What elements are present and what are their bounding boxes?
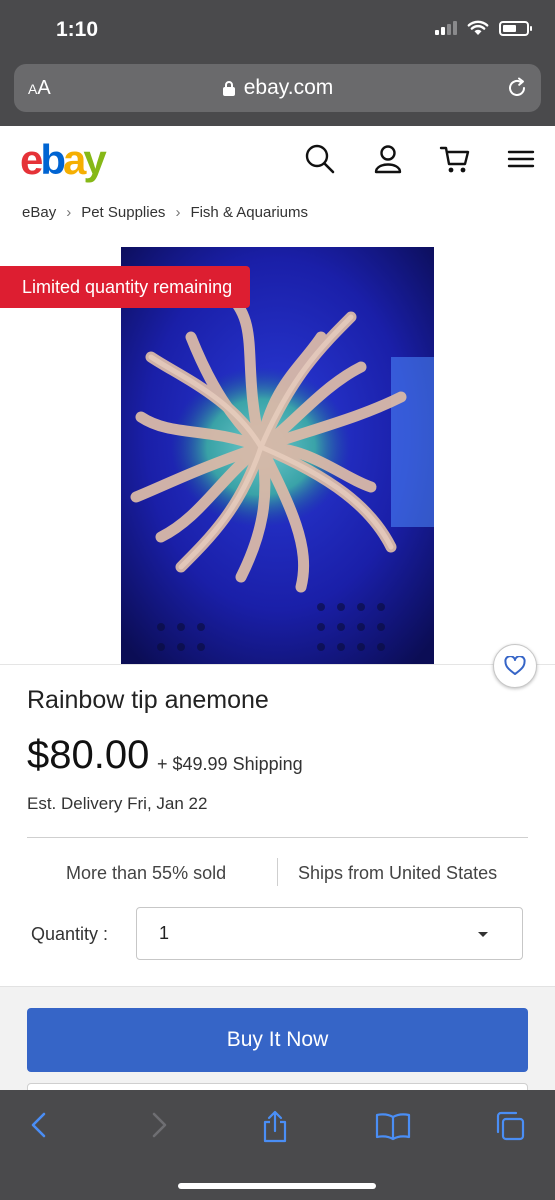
estimated-delivery: Est. Delivery Fri, Jan 22 xyxy=(27,794,208,813)
reload-icon[interactable] xyxy=(505,76,529,100)
chevron-right-icon: › xyxy=(175,204,181,221)
breadcrumb-item-fish-aquariums[interactable]: Fish & Aquariums xyxy=(190,204,308,221)
url-bar[interactable]: AA ebay.com xyxy=(14,64,541,112)
user-icon[interactable] xyxy=(371,142,405,176)
breadcrumb-item-pet-supplies[interactable]: Pet Supplies xyxy=(81,204,165,221)
signal-icon xyxy=(435,21,457,35)
home-indicator[interactable] xyxy=(178,1183,376,1189)
breadcrumb: eBay › Pet Supplies › Fish & Aquariums xyxy=(22,204,308,221)
chevron-down-icon xyxy=(478,932,488,937)
buy-it-now-button[interactable]: Buy It Now xyxy=(27,1008,528,1072)
lock-icon xyxy=(222,80,235,96)
quantity-label: Quantity : xyxy=(31,924,109,944)
breadcrumb-item-ebay[interactable]: eBay xyxy=(22,204,56,221)
tabs-icon[interactable] xyxy=(494,1110,526,1142)
url-text: ebay.com xyxy=(243,76,334,99)
forward-icon[interactable] xyxy=(148,1110,170,1140)
cart-icon[interactable] xyxy=(439,142,473,176)
shipping-cost: + $49.99 Shipping xyxy=(157,754,303,774)
share-icon[interactable] xyxy=(260,1110,290,1144)
cta-area: Buy It Now xyxy=(0,986,555,1093)
chevron-right-icon: › xyxy=(66,204,72,221)
bookmarks-icon[interactable] xyxy=(375,1110,411,1142)
product-title: Rainbow tip anemone xyxy=(27,686,269,714)
quantity-value: 1 xyxy=(159,923,170,943)
status-time: 1:10 xyxy=(56,18,99,41)
divider xyxy=(27,837,528,838)
ships-from: Ships from United States xyxy=(298,863,498,883)
product-image[interactable] xyxy=(121,247,434,664)
browser-chrome: 1:10 AA ebay.com xyxy=(0,0,555,126)
status-icons xyxy=(435,20,532,36)
divider xyxy=(277,858,278,886)
wifi-icon xyxy=(467,20,489,35)
search-icon[interactable] xyxy=(303,142,337,176)
limited-quantity-badge: Limited quantity remaining xyxy=(0,266,251,308)
divider xyxy=(0,664,555,665)
battery-icon xyxy=(499,20,532,36)
anemone-photo xyxy=(121,247,434,664)
site-header: ebay xyxy=(0,126,555,196)
menu-icon[interactable] xyxy=(507,142,535,176)
back-icon[interactable] xyxy=(28,1110,50,1140)
product-price: $80.00 xyxy=(27,733,150,777)
sold-percentage: More than 55% sold xyxy=(66,863,227,883)
watch-button[interactable] xyxy=(493,644,537,688)
heart-icon xyxy=(504,656,526,675)
text-size-button[interactable]: AA xyxy=(28,77,51,100)
ebay-logo[interactable]: ebay xyxy=(20,136,107,184)
quantity-select[interactable]: 1 xyxy=(136,907,523,960)
